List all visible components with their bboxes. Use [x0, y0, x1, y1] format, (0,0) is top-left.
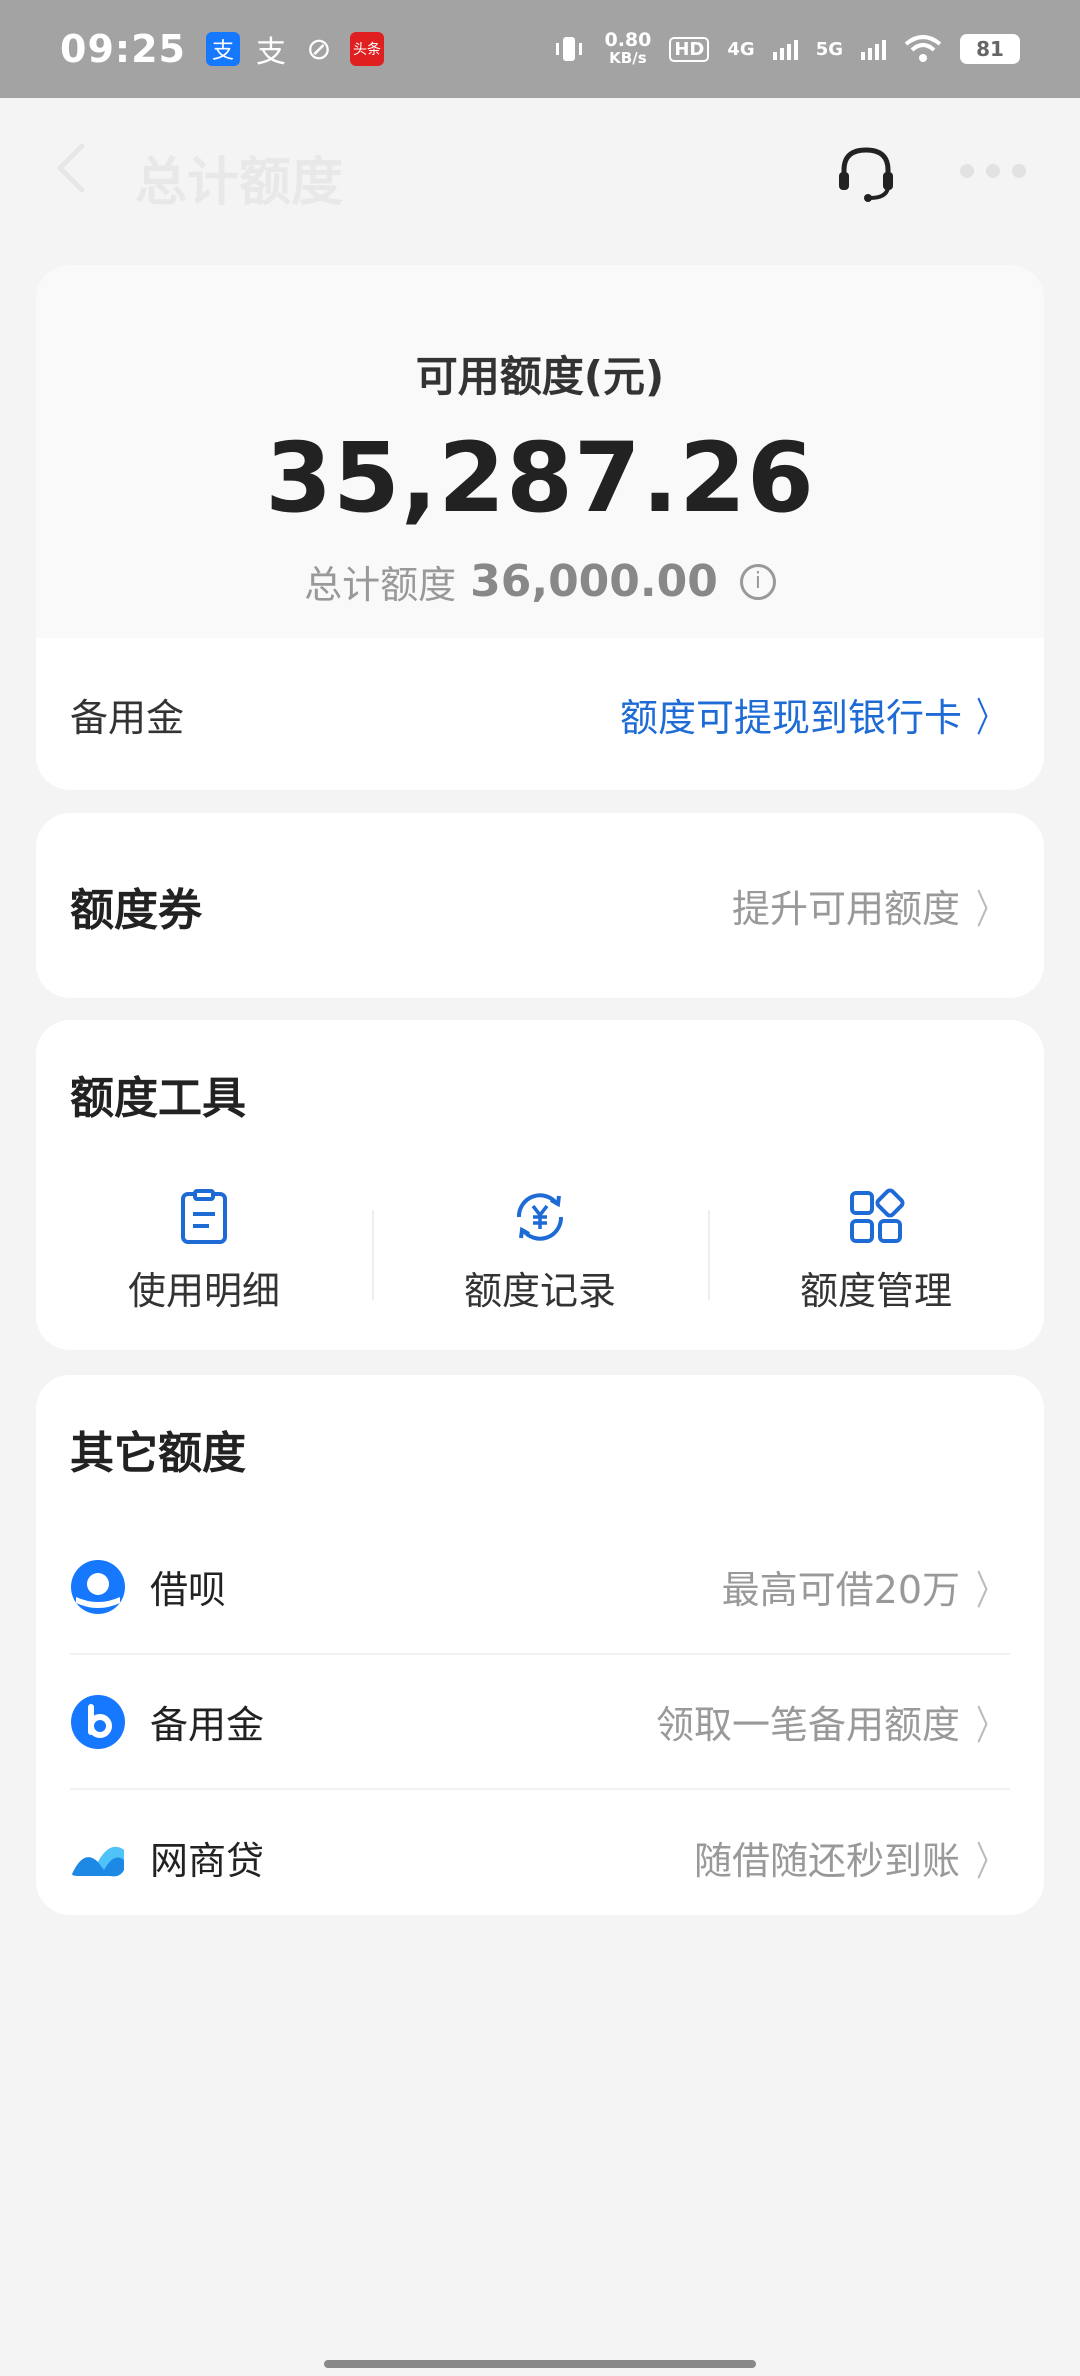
sim1-signal-icon [772, 38, 798, 60]
speed-value: 0.80 [604, 29, 652, 51]
limit-tools-title: 额度工具 [70, 1073, 246, 1124]
speed-unit: KB/s [609, 49, 647, 67]
wifi-icon [904, 35, 942, 62]
list-item-desc-text: 随借随还秒到账 [693, 1839, 960, 1883]
leaf-app-icon: ⊘ [306, 31, 332, 67]
limit-summary-card: 可用额度(元) 35,287.26 总计额度 36,000.00 i 备用金 额… [36, 265, 1044, 790]
jiebei-logo-icon [71, 1559, 125, 1614]
app-header: 总计额度 [0, 98, 1080, 243]
chevron-right-icon: 〉 [976, 1838, 1004, 1885]
tool-usage-details[interactable]: 使用明细 [36, 1188, 372, 1315]
total-limit-row: 总计额度 36,000.00 i [36, 554, 1044, 609]
beiyongjin-logo-icon [71, 1694, 125, 1749]
status-time: 09:25 [60, 27, 186, 71]
network-speed: 0.80 KB/s [604, 29, 652, 68]
total-limit-label: 总计额度 [304, 563, 457, 607]
list-item-desc-text: 最高可借20万 [721, 1568, 960, 1612]
info-icon[interactable]: i [739, 563, 776, 600]
yuan-refresh-icon [516, 1193, 564, 1241]
news-app-icon: 头条 [349, 32, 384, 66]
home-indicator[interactable] [324, 2360, 756, 2368]
raise-limit-text: 提升可用额度 [731, 887, 960, 931]
more-icon[interactable] [960, 156, 1036, 186]
list-item-name: 借呗 [150, 1568, 227, 1612]
list-item-desc-text: 领取一笔备用额度 [655, 1703, 960, 1747]
list-item-desc: 领取一笔备用额度 〉 [656, 1693, 1010, 1751]
limit-tools-card: 额度工具 使用明细 额度记录 额度管理 [36, 1020, 1044, 1350]
list-item-name: 备用金 [150, 1703, 265, 1747]
tool-limit-records[interactable]: 额度记录 [372, 1188, 708, 1315]
list-doc-icon [181, 1189, 227, 1244]
reserve-fund-label: 备用金 [70, 695, 185, 740]
status-app-icons: 支 支 ⊘ 头条 [205, 31, 384, 70]
status-indicators: 0.80 KB/s HD 4G 5G 81 [552, 31, 1020, 67]
chevron-right-icon: 〉 [976, 886, 1004, 933]
limit-coupon-title: 额度券 [70, 884, 202, 936]
list-item-name: 网商贷 [150, 1839, 265, 1883]
sim1-type: 4G [727, 38, 755, 60]
vibrate-icon [556, 37, 583, 61]
headset-icon[interactable] [830, 138, 902, 210]
list-item-jiebei[interactable]: 借呗 最高可借20万 〉 [70, 1520, 1010, 1655]
withdraw-link-text: 额度可提现到银行卡 [619, 695, 962, 740]
battery-icon: 81 [960, 34, 1020, 64]
chevron-right-icon: 〉 [976, 1702, 1004, 1749]
list-item-wangshangdai[interactable]: 网商贷 随借随还秒到账 〉 [70, 1790, 1010, 1925]
sim2-signal-icon [861, 38, 886, 60]
other-limits-title: 其它额度 [70, 1428, 246, 1479]
reserve-fund-row[interactable]: 备用金 额度可提现到银行卡 〉 [36, 638, 1044, 790]
sim2-type: 5G [815, 38, 843, 60]
status-bar: 09:25 支 支 ⊘ 头条 0.80 KB/s HD 4G 5G 81 [0, 0, 1080, 98]
list-item-desc: 最高可借20万 〉 [722, 1558, 1010, 1616]
limit-tools-grid: 使用明细 额度记录 额度管理 [36, 1188, 1044, 1315]
withdraw-to-bank-link[interactable]: 额度可提现到银行卡 〉 [620, 685, 1010, 743]
wangshangdai-logo-icon [72, 1846, 124, 1876]
page-title: 总计额度 [135, 153, 344, 213]
raise-limit-link[interactable]: 提升可用额度 〉 [732, 877, 1010, 935]
back-icon[interactable] [44, 138, 104, 198]
grid-apps-icon [850, 1188, 905, 1243]
alipay-app-icon: 支 [205, 32, 240, 66]
available-limit-value: 35,287.26 [265, 422, 815, 534]
limit-coupon-card[interactable]: 额度券 提升可用额度 〉 [36, 813, 1044, 998]
chevron-right-icon: 〉 [976, 1567, 1004, 1614]
tool-label: 额度记录 [463, 1269, 616, 1313]
other-limits-card: 其它额度 借呗 最高可借20万 〉 备用金 领取一笔备用额度 〉 网商贷 随借随… [36, 1375, 1044, 1915]
hd-badge: HD [669, 36, 710, 62]
tool-label: 额度管理 [799, 1269, 952, 1313]
tool-limit-management[interactable]: 额度管理 [708, 1188, 1044, 1315]
available-limit-label: 可用额度(元) [415, 352, 665, 401]
list-item-beiyongjin[interactable]: 备用金 领取一笔备用额度 〉 [70, 1655, 1010, 1790]
tool-label: 使用明细 [127, 1269, 280, 1313]
limit-summary-top: 可用额度(元) 35,287.26 总计额度 36,000.00 i [36, 265, 1044, 638]
list-item-desc: 随借随还秒到账 〉 [694, 1829, 1010, 1887]
total-limit-value: 36,000.00 [470, 556, 718, 607]
other-limits-list: 借呗 最高可借20万 〉 备用金 领取一笔备用额度 〉 网商贷 随借随还秒到账 … [70, 1520, 1010, 1925]
chevron-right-icon: 〉 [976, 695, 1004, 741]
alipay-outline-app-icon: 支 [255, 35, 286, 70]
